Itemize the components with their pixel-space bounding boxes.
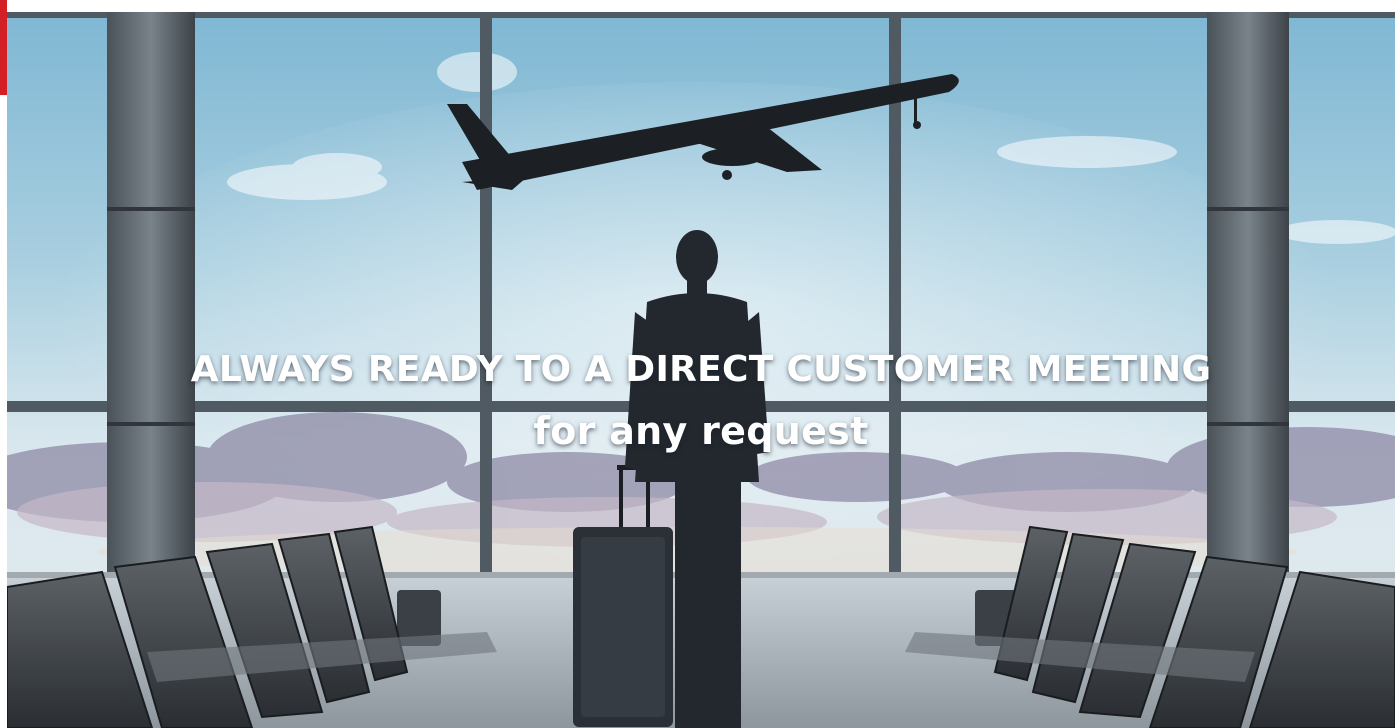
brand-accent-bar [0,0,7,95]
hero-subheadline: for any request [533,409,869,453]
hero-banner: ALWAYS READY TO A DIRECT CUSTOMER MEETIN… [7,12,1395,728]
hero-headline: ALWAYS READY TO A DIRECT CUSTOMER MEETIN… [190,349,1212,390]
